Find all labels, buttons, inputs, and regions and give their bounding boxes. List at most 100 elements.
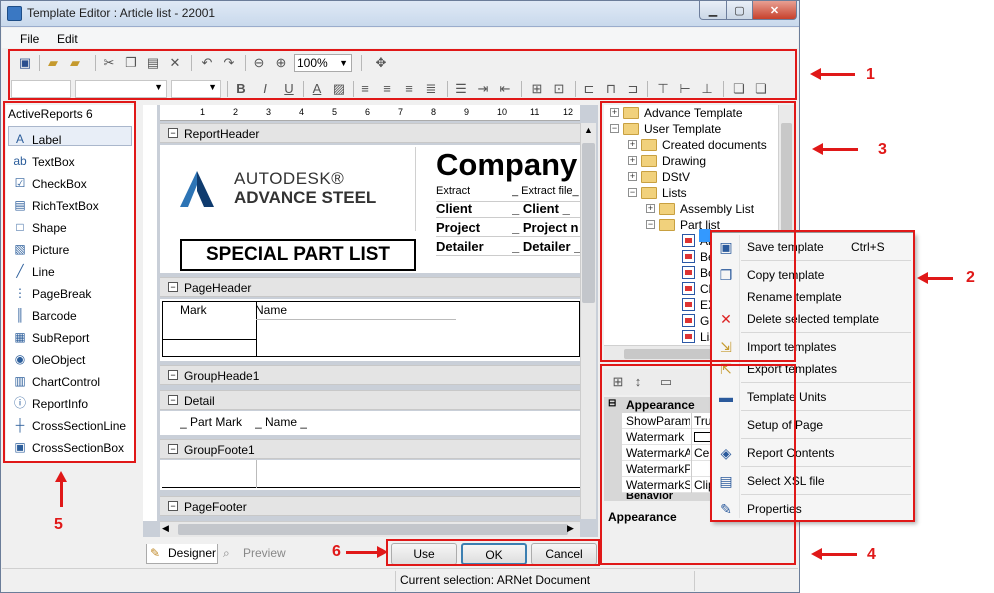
- section-page-footer[interactable]: − PageFooter: [160, 496, 580, 516]
- toolbox-item-shape[interactable]: □ Shape: [10, 217, 132, 237]
- toolbox-item-reportinfo[interactable]: ⓘ ReportInfo: [10, 393, 132, 413]
- collapse-icon[interactable]: −: [168, 370, 178, 380]
- align-middles-icon[interactable]: ⊢: [677, 81, 693, 97]
- font-color-icon[interactable]: A: [309, 81, 325, 97]
- group-footer-body[interactable]: [160, 460, 580, 490]
- section-detail[interactable]: − Detail: [160, 390, 580, 410]
- toolbox-item-richtextbox[interactable]: ▤ RichTextBox: [10, 195, 132, 215]
- horizontal-scrollbar[interactable]: ◀ ▶: [160, 521, 580, 537]
- section-group-footer[interactable]: − GroupFoote1: [160, 439, 580, 459]
- bullets-icon[interactable]: ☰: [453, 81, 469, 97]
- section-group-header[interactable]: − GroupHeade1: [160, 365, 580, 385]
- categorized-icon[interactable]: ⊞: [610, 374, 626, 390]
- property-pages-icon[interactable]: ▭: [658, 374, 674, 390]
- section-report-header[interactable]: − ReportHeader: [160, 123, 580, 143]
- align-bottoms-icon[interactable]: ⊥: [699, 81, 715, 97]
- italic-icon[interactable]: I: [257, 81, 273, 97]
- expand-toggle-icon[interactable]: −: [646, 220, 655, 229]
- outdent-icon[interactable]: ⇤: [497, 81, 513, 97]
- header-field[interactable]: _ Extract file_: [512, 185, 580, 197]
- report-header-body[interactable]: AUTODESK® ADVANCE STEEL SPECIAL PART LIS…: [160, 145, 580, 273]
- collapse-icon[interactable]: −: [168, 282, 178, 292]
- detail-body[interactable]: _ Part Mark _ Name _: [160, 411, 580, 435]
- zoom-in-icon[interactable]: ⊕: [273, 55, 289, 71]
- style-combo[interactable]: [11, 80, 71, 98]
- font-combo[interactable]: ▼: [75, 80, 167, 98]
- align-center-icon[interactable]: ≡: [379, 81, 395, 97]
- vertical-scrollbar[interactable]: ▲: [580, 123, 596, 519]
- expand-toggle-icon[interactable]: −: [610, 124, 619, 133]
- redo-icon[interactable]: ↷: [221, 55, 237, 71]
- expand-toggle-icon[interactable]: −: [628, 188, 637, 197]
- bold-icon[interactable]: B: [233, 81, 249, 97]
- open-icon[interactable]: ▰: [45, 55, 61, 71]
- menu-item-delete-selected-template[interactable]: ✕ Delete selected template: [713, 308, 911, 330]
- detail-field-part-mark[interactable]: _ Part Mark: [180, 415, 242, 429]
- back-color-icon[interactable]: ▨: [331, 81, 347, 97]
- toolbox-item-line[interactable]: ╱ Line: [10, 261, 132, 281]
- maximize-button[interactable]: ▢: [726, 1, 753, 20]
- property-row[interactable]: WatermarkP: [604, 461, 714, 477]
- menu-item-select-xsl-file[interactable]: ▤ Select XSL file: [713, 470, 911, 492]
- menu-item-report-contents[interactable]: ◈ Report Contents: [713, 442, 911, 464]
- close-button[interactable]: ✕: [752, 1, 797, 20]
- property-row[interactable]: WatermarkA Cen: [604, 445, 714, 461]
- toolbox-item-oleobject[interactable]: ◉ OleObject: [10, 349, 132, 369]
- menu-item-properties[interactable]: ✎ Properties: [713, 498, 911, 520]
- align-left-icon[interactable]: ≡: [357, 81, 373, 97]
- header-field[interactable]: _ Detailer _: [512, 239, 580, 254]
- menu-item-setup-of-page[interactable]: Setup of Page: [713, 414, 911, 436]
- header-field[interactable]: _ Project n: [512, 220, 580, 235]
- align-rights-icon[interactable]: ⊐: [625, 81, 641, 97]
- collapse-icon[interactable]: −: [168, 501, 178, 511]
- underline-icon[interactable]: U: [281, 81, 297, 97]
- snap-lines-icon[interactable]: ⊞: [529, 81, 545, 97]
- toolbox-item-chartcontrol[interactable]: ▥ ChartControl: [10, 371, 132, 391]
- expand-toggle-icon[interactable]: +: [628, 172, 637, 181]
- tab-preview[interactable]: ⌕ Preview: [220, 544, 286, 564]
- open-template-icon[interactable]: ▰: [67, 55, 83, 71]
- undo-icon[interactable]: ↶: [199, 55, 215, 71]
- justify-icon[interactable]: ≣: [423, 81, 439, 97]
- send-back-icon[interactable]: ❏: [753, 81, 769, 97]
- toolbox-item-subreport[interactable]: ▦ SubReport: [10, 327, 132, 347]
- detail-field-name[interactable]: _ Name _: [255, 415, 307, 429]
- align-lefts-icon[interactable]: ⊏: [581, 81, 597, 97]
- scroll-right-icon[interactable]: ▶: [567, 523, 580, 536]
- toolbox-item-crosssectionline[interactable]: ┼ CrossSectionLine: [10, 415, 132, 435]
- collapse-icon[interactable]: −: [168, 444, 178, 454]
- collapse-icon[interactable]: −: [168, 128, 178, 138]
- align-centers-icon[interactable]: ⊓: [603, 81, 619, 97]
- menu-item-copy-template[interactable]: ❐ Copy template: [713, 264, 911, 286]
- expand-toggle-icon[interactable]: +: [610, 108, 619, 117]
- scroll-thumb[interactable]: [781, 123, 792, 243]
- paste-icon[interactable]: ▤: [145, 55, 161, 71]
- toolbox-item-picture[interactable]: ▧ Picture: [10, 239, 132, 259]
- menu-file[interactable]: File: [20, 32, 39, 46]
- expand-toggle-icon[interactable]: +: [628, 156, 637, 165]
- menu-item-rename-template[interactable]: Rename template: [713, 286, 911, 308]
- menu-item-export-templates[interactable]: ⇱ Export templates: [713, 358, 911, 380]
- menu-edit[interactable]: Edit: [57, 32, 78, 46]
- expand-toggle-icon[interactable]: +: [628, 140, 637, 149]
- menu-item-import-templates[interactable]: ⇲ Import templates: [713, 336, 911, 358]
- property-row[interactable]: Watermark: [604, 429, 714, 445]
- copy-icon[interactable]: ❐: [123, 55, 139, 71]
- scroll-thumb[interactable]: [624, 349, 724, 359]
- snap-grid-icon[interactable]: ⊡: [551, 81, 567, 97]
- page-header-body[interactable]: Mark Name: [160, 299, 580, 361]
- toolbox-item-pagebreak[interactable]: ⋮ PageBreak: [10, 283, 132, 303]
- category-behavior[interactable]: Behavior: [604, 493, 714, 501]
- font-size-combo[interactable]: ▼: [171, 80, 221, 98]
- indent-icon[interactable]: ⇥: [475, 81, 491, 97]
- toolbox-item-checkbox[interactable]: ☑ CheckBox: [10, 173, 132, 193]
- align-right-icon[interactable]: ≡: [401, 81, 417, 97]
- toolbox-item-textbox[interactable]: ab TextBox: [10, 151, 132, 171]
- delete-icon[interactable]: ✕: [167, 55, 183, 71]
- expand-toggle-icon[interactable]: +: [646, 204, 655, 213]
- property-row[interactable]: WatermarkS Clip: [604, 477, 714, 493]
- category-appearance[interactable]: ⊟ Appearance: [604, 397, 714, 413]
- toolbox-item-label[interactable]: A Label: [10, 129, 132, 149]
- toolbox-item-crosssectionbox[interactable]: ▣ CrossSectionBox: [10, 437, 132, 457]
- scroll-thumb[interactable]: [582, 143, 595, 303]
